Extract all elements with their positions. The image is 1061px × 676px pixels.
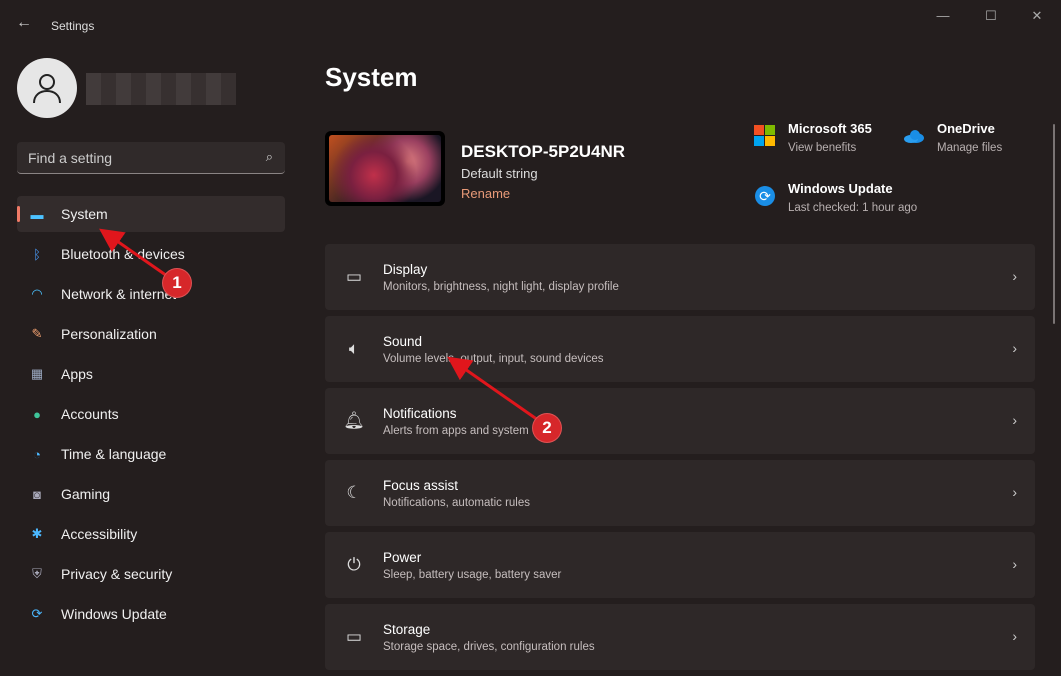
focus-assist-icon: ☾ xyxy=(346,483,362,502)
globe-clock-icon: ◔ xyxy=(33,446,41,462)
onedrive-icon xyxy=(904,130,924,143)
avatar[interactable] xyxy=(17,58,77,118)
microsoft-logo-icon xyxy=(754,125,775,146)
card-title: Focus assist xyxy=(383,477,459,493)
sidebar-nav: ▬ System ᛒ Bluetooth & devices ◠ Network & in… xyxy=(17,196,285,636)
card-power[interactable]: ⏻ Power Sleep, battery usage, battery save… xyxy=(325,532,1035,598)
sidebar-item-apps[interactable]: ▦ Apps xyxy=(17,356,285,392)
annotation-badge-1: 1 xyxy=(162,268,192,298)
m365-sub: View benefits xyxy=(788,142,857,154)
apps-icon: ▦ xyxy=(30,366,44,381)
card-subtitle: Monitors, brightness, night light, displ… xyxy=(383,280,619,293)
shield-icon: ⛨ xyxy=(32,566,42,581)
user-name-redacted xyxy=(86,73,236,105)
update-icon: ⟳ xyxy=(755,186,775,206)
sound-icon: 🔈︎ xyxy=(348,339,360,358)
update-icon: ⟳ xyxy=(31,606,43,621)
card-title: Storage xyxy=(383,621,431,637)
maximize-button[interactable]: ☐ xyxy=(968,8,1014,24)
gamepad-icon: ◙ xyxy=(33,486,41,502)
sidebar-item-label: Network & internet xyxy=(61,286,177,302)
back-button[interactable]: ← xyxy=(16,14,32,32)
sidebar-item-system[interactable]: ▬ System xyxy=(17,196,285,232)
scrollbar[interactable] xyxy=(1053,124,1055,324)
card-subtitle: Volume levels, output, input, sound devi… xyxy=(383,352,604,365)
sidebar-item-accessibility[interactable]: ✱ Accessibility xyxy=(17,516,285,552)
sidebar-item-privacy-security[interactable]: ⛨ Privacy & security xyxy=(17,556,285,592)
title-bar: ← Settings — ☐ ✕ xyxy=(0,0,1061,46)
storage-icon: ▭ xyxy=(345,627,363,646)
power-icon: ⏻ xyxy=(347,555,361,574)
chevron-right-icon: › xyxy=(1012,628,1017,644)
rename-link[interactable]: Rename xyxy=(461,186,510,201)
card-title: Power xyxy=(383,549,422,565)
display-icon: ▭ xyxy=(345,267,363,286)
card-notifications[interactable]: 🔔︎ Notifications Alerts from apps and syst… xyxy=(325,388,1035,454)
settings-list: ▭ Display Monitors, brightness, night ligh… xyxy=(325,244,1035,676)
onedrive-sub: Manage files xyxy=(937,142,1003,154)
card-focus-assist[interactable]: ☾ Focus assist Notifications, automatic ru… xyxy=(325,460,1035,526)
person-icon: ● xyxy=(33,406,41,422)
sidebar-item-label: Time & language xyxy=(61,446,167,462)
sidebar-item-label: System xyxy=(61,206,108,222)
card-subtitle: Alerts from apps and system xyxy=(383,424,529,437)
sidebar-item-bluetooth-devices[interactable]: ᛒ Bluetooth & devices xyxy=(17,236,285,272)
desktop-wallpaper-thumbnail xyxy=(325,131,445,206)
sidebar-item-label: Gaming xyxy=(61,486,111,502)
sidebar-item-accounts[interactable]: ● Accounts xyxy=(17,396,285,432)
sidebar-item-label: Accounts xyxy=(61,406,119,422)
card-title: Notifications xyxy=(383,405,457,421)
search-input[interactable]: Find a setting ⌕ xyxy=(17,142,285,174)
card-subtitle: Sleep, battery usage, battery saver xyxy=(383,568,562,581)
sidebar-item-label: Bluetooth & devices xyxy=(61,246,185,262)
windows-update-link[interactable]: ⟳ Windows Update Last checked: 1 hour ago xyxy=(754,181,917,214)
search-icon: ⌕ xyxy=(265,149,273,164)
svg-text:⟳: ⟳ xyxy=(759,189,771,205)
sidebar-item-gaming[interactable]: ◙ Gaming xyxy=(17,476,285,512)
device-name: DESKTOP-5P2U4NR xyxy=(461,142,626,161)
card-title: Display xyxy=(383,261,428,277)
page-title: System xyxy=(325,62,418,92)
sidebar-item-windows-update[interactable]: ⟳ Windows Update xyxy=(17,596,285,632)
sidebar-item-network-internet[interactable]: ◠ Network & internet xyxy=(17,276,285,312)
sidebar-item-time-language[interactable]: ◔ Time & language xyxy=(17,436,285,472)
sidebar-item-label: Apps xyxy=(61,366,93,382)
close-button[interactable]: ✕ xyxy=(1014,8,1060,24)
chevron-right-icon: › xyxy=(1012,412,1017,428)
chevron-right-icon: › xyxy=(1012,556,1017,572)
wifi-icon: ◠ xyxy=(31,286,43,301)
bluetooth-icon: ᛒ xyxy=(33,246,41,262)
card-sound[interactable]: 🔈︎ Sound Volume levels, output, input, sou… xyxy=(325,316,1035,382)
card-subtitle: Storage space, drives, configuration rul… xyxy=(383,640,595,653)
brush-icon: ✎ xyxy=(31,326,43,341)
onedrive-link[interactable]: OneDrive Manage files xyxy=(903,121,1002,154)
search-placeholder: Find a setting xyxy=(28,150,113,166)
chevron-right-icon: › xyxy=(1012,484,1017,500)
device-model: Default string xyxy=(461,166,538,181)
chevron-right-icon: › xyxy=(1012,268,1017,284)
person-icon xyxy=(33,74,61,104)
card-storage[interactable]: ▭ Storage Storage space, drives, configura… xyxy=(325,604,1035,670)
sidebar-item-label: Personalization xyxy=(61,326,157,342)
card-display[interactable]: ▭ Display Monitors, brightness, night ligh… xyxy=(325,244,1035,310)
sidebar-item-label: Windows Update xyxy=(61,606,167,622)
accessibility-icon: ✱ xyxy=(31,526,43,541)
sidebar-item-label: Privacy & security xyxy=(61,566,173,582)
update-sub: Last checked: 1 hour ago xyxy=(788,202,918,214)
card-title: Sound xyxy=(383,333,423,349)
card-subtitle: Notifications, automatic rules xyxy=(383,496,531,509)
microsoft-365-link[interactable]: Microsoft 365 View benefits xyxy=(754,121,872,154)
chevron-right-icon: › xyxy=(1012,340,1017,356)
onedrive-title: OneDrive xyxy=(937,121,995,136)
annotation-badge-2: 2 xyxy=(532,413,562,443)
minimize-button[interactable]: — xyxy=(920,8,966,23)
monitor-icon: ▬ xyxy=(30,206,44,222)
m365-title: Microsoft 365 xyxy=(788,121,872,136)
notifications-icon: 🔔︎ xyxy=(343,411,365,430)
app-title: Settings xyxy=(51,19,95,33)
sidebar-item-label: Accessibility xyxy=(61,526,138,542)
sidebar-item-personalization[interactable]: ✎ Personalization xyxy=(17,316,285,352)
update-title: Windows Update xyxy=(788,181,893,196)
